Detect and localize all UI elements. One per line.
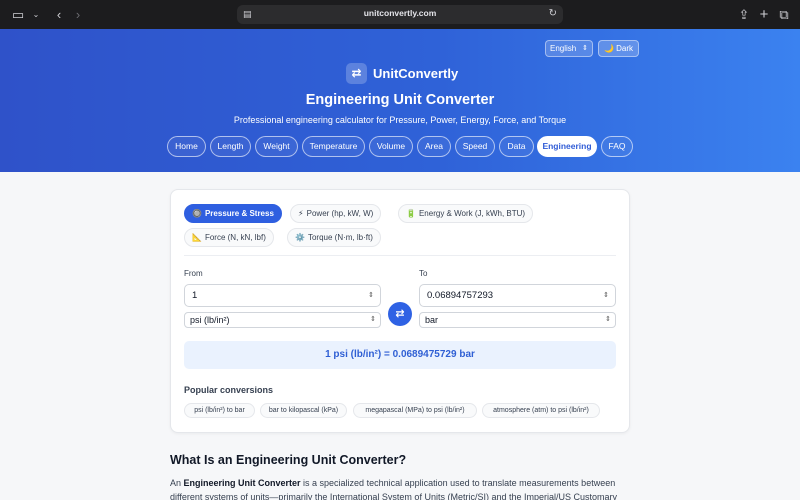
nav-faq[interactable]: FAQ [601, 136, 633, 157]
stepper-icon[interactable]: ⇕ [368, 285, 374, 306]
category-label: Torque (N·m, lb·ft) [307, 233, 373, 242]
category-pressure[interactable]: 🔘 Pressure & Stress [184, 204, 282, 223]
nav-volume[interactable]: Volume [369, 136, 413, 157]
swap-units-button[interactable]: ⇄ [388, 302, 412, 326]
brand[interactable]: ⇄ UnitConvertly [346, 62, 458, 84]
category-label: Force (N, kN, lbf) [204, 233, 266, 242]
to-value-input[interactable]: 0.06894757293 ⇕ [419, 284, 616, 307]
brand-name: UnitConvertly [373, 65, 459, 81]
tabs-overview-icon[interactable]: ⧉ [775, 6, 793, 23]
from-value: 1 [192, 290, 198, 301]
from-value-input[interactable]: 1 ⇕ [184, 284, 381, 307]
nav-area[interactable]: Area [417, 136, 451, 157]
to-value: 0.06894757293 [427, 290, 494, 301]
reload-icon[interactable]: ↻ [549, 8, 557, 19]
to-label: To [419, 269, 428, 278]
nav-data[interactable]: Data [499, 136, 534, 157]
category-torque[interactable]: ⚙️ Torque (N·m, lb·ft) [287, 228, 381, 247]
popular-conversions-title: Popular conversions [184, 385, 274, 395]
article-paragraph: An Engineering Unit Converter is a speci… [170, 478, 617, 500]
popular-chip[interactable]: megapascal (MPa) to psi (lb/in²) [353, 403, 477, 418]
browser-toolbar: ▭ ⌄ ‹ › ▤ unitconvertly.com ↻ ⇪ + ⧉ [0, 0, 800, 29]
popular-chip[interactable]: psi (lb/in²) to bar [184, 403, 255, 418]
page-title: Engineering Unit Converter [305, 92, 495, 108]
article-bold: Engineering Unit Converter [183, 478, 301, 488]
nav-temperature[interactable]: Temperature [302, 136, 365, 157]
swap-logo-icon: ⇄ [346, 62, 367, 84]
from-unit-select[interactable]: psi (lb/in²) ⇕ [184, 312, 381, 328]
conversion-result: 1 psi (lb/in²) = 0.0689475729 bar [184, 341, 616, 369]
hero-header: English ⇕ 🌙 Dark ⇄ UnitConvertly Enginee… [0, 29, 800, 172]
share-icon[interactable]: ⇪ [735, 6, 753, 23]
battery-icon: 🔋 [406, 209, 416, 218]
address-bar[interactable]: ▤ unitconvertly.com ↻ [237, 5, 563, 24]
forward-icon[interactable]: › [69, 6, 87, 23]
nav-home[interactable]: Home [167, 136, 206, 157]
category-label: Energy & Work (J, kWh, BTU) [418, 209, 526, 218]
divider [184, 255, 616, 256]
category-label: Pressure & Stress [204, 209, 274, 218]
category-force[interactable]: 📐 Force (N, kN, lbf) [184, 228, 274, 247]
category-energy[interactable]: 🔋 Energy & Work (J, kWh, BTU) [398, 204, 534, 223]
gauge-icon: 🔘 [192, 209, 202, 218]
to-unit-select[interactable]: bar ⇕ [419, 312, 616, 328]
select-arrows-icon: ⇕ [370, 316, 376, 323]
popular-chip[interactable]: atmosphere (atm) to psi (lb/in²) [482, 403, 600, 418]
category-label: Power (hp, kW, W) [306, 209, 374, 218]
language-value: English [550, 44, 577, 53]
nav-engineering[interactable]: Engineering [537, 136, 597, 157]
category-power[interactable]: ⚡ Power (hp, kW, W) [290, 204, 382, 223]
url-text: unitconvertly.com [363, 8, 437, 18]
page-subtitle: Professional engineering calculator for … [233, 115, 567, 125]
select-arrows-icon: ⇕ [582, 45, 588, 52]
stepper-icon[interactable]: ⇕ [603, 285, 609, 306]
nav-weight[interactable]: Weight [255, 136, 298, 157]
converter-card: 🔘 Pressure & Stress ⚡ Power (hp, kW, W) 🔋 E… [170, 189, 630, 433]
new-tab-icon[interactable]: + [755, 6, 773, 23]
gear-icon: ⚙️ [295, 233, 305, 242]
lightning-icon: ⚡ [298, 209, 304, 218]
chevron-down-icon[interactable]: ⌄ [27, 6, 45, 23]
nav-length[interactable]: Length [210, 136, 251, 157]
nav-speed[interactable]: Speed [455, 136, 495, 157]
select-arrows-icon: ⇕ [605, 316, 611, 323]
dark-mode-toggle[interactable]: 🌙 Dark [598, 40, 639, 57]
back-icon[interactable]: ‹ [50, 6, 68, 23]
from-unit: psi (lb/in²) [190, 315, 230, 325]
article-heading: What Is an Engineering Unit Converter? [170, 453, 407, 467]
popular-chip[interactable]: bar to kilopascal (kPa) [260, 403, 347, 418]
language-select[interactable]: English ⇕ [545, 40, 593, 57]
to-unit: bar [425, 315, 439, 325]
ruler-icon: 📐 [192, 233, 202, 242]
from-label: From [184, 269, 203, 278]
sidebar-toggle-icon[interactable]: ▭ [9, 6, 27, 23]
